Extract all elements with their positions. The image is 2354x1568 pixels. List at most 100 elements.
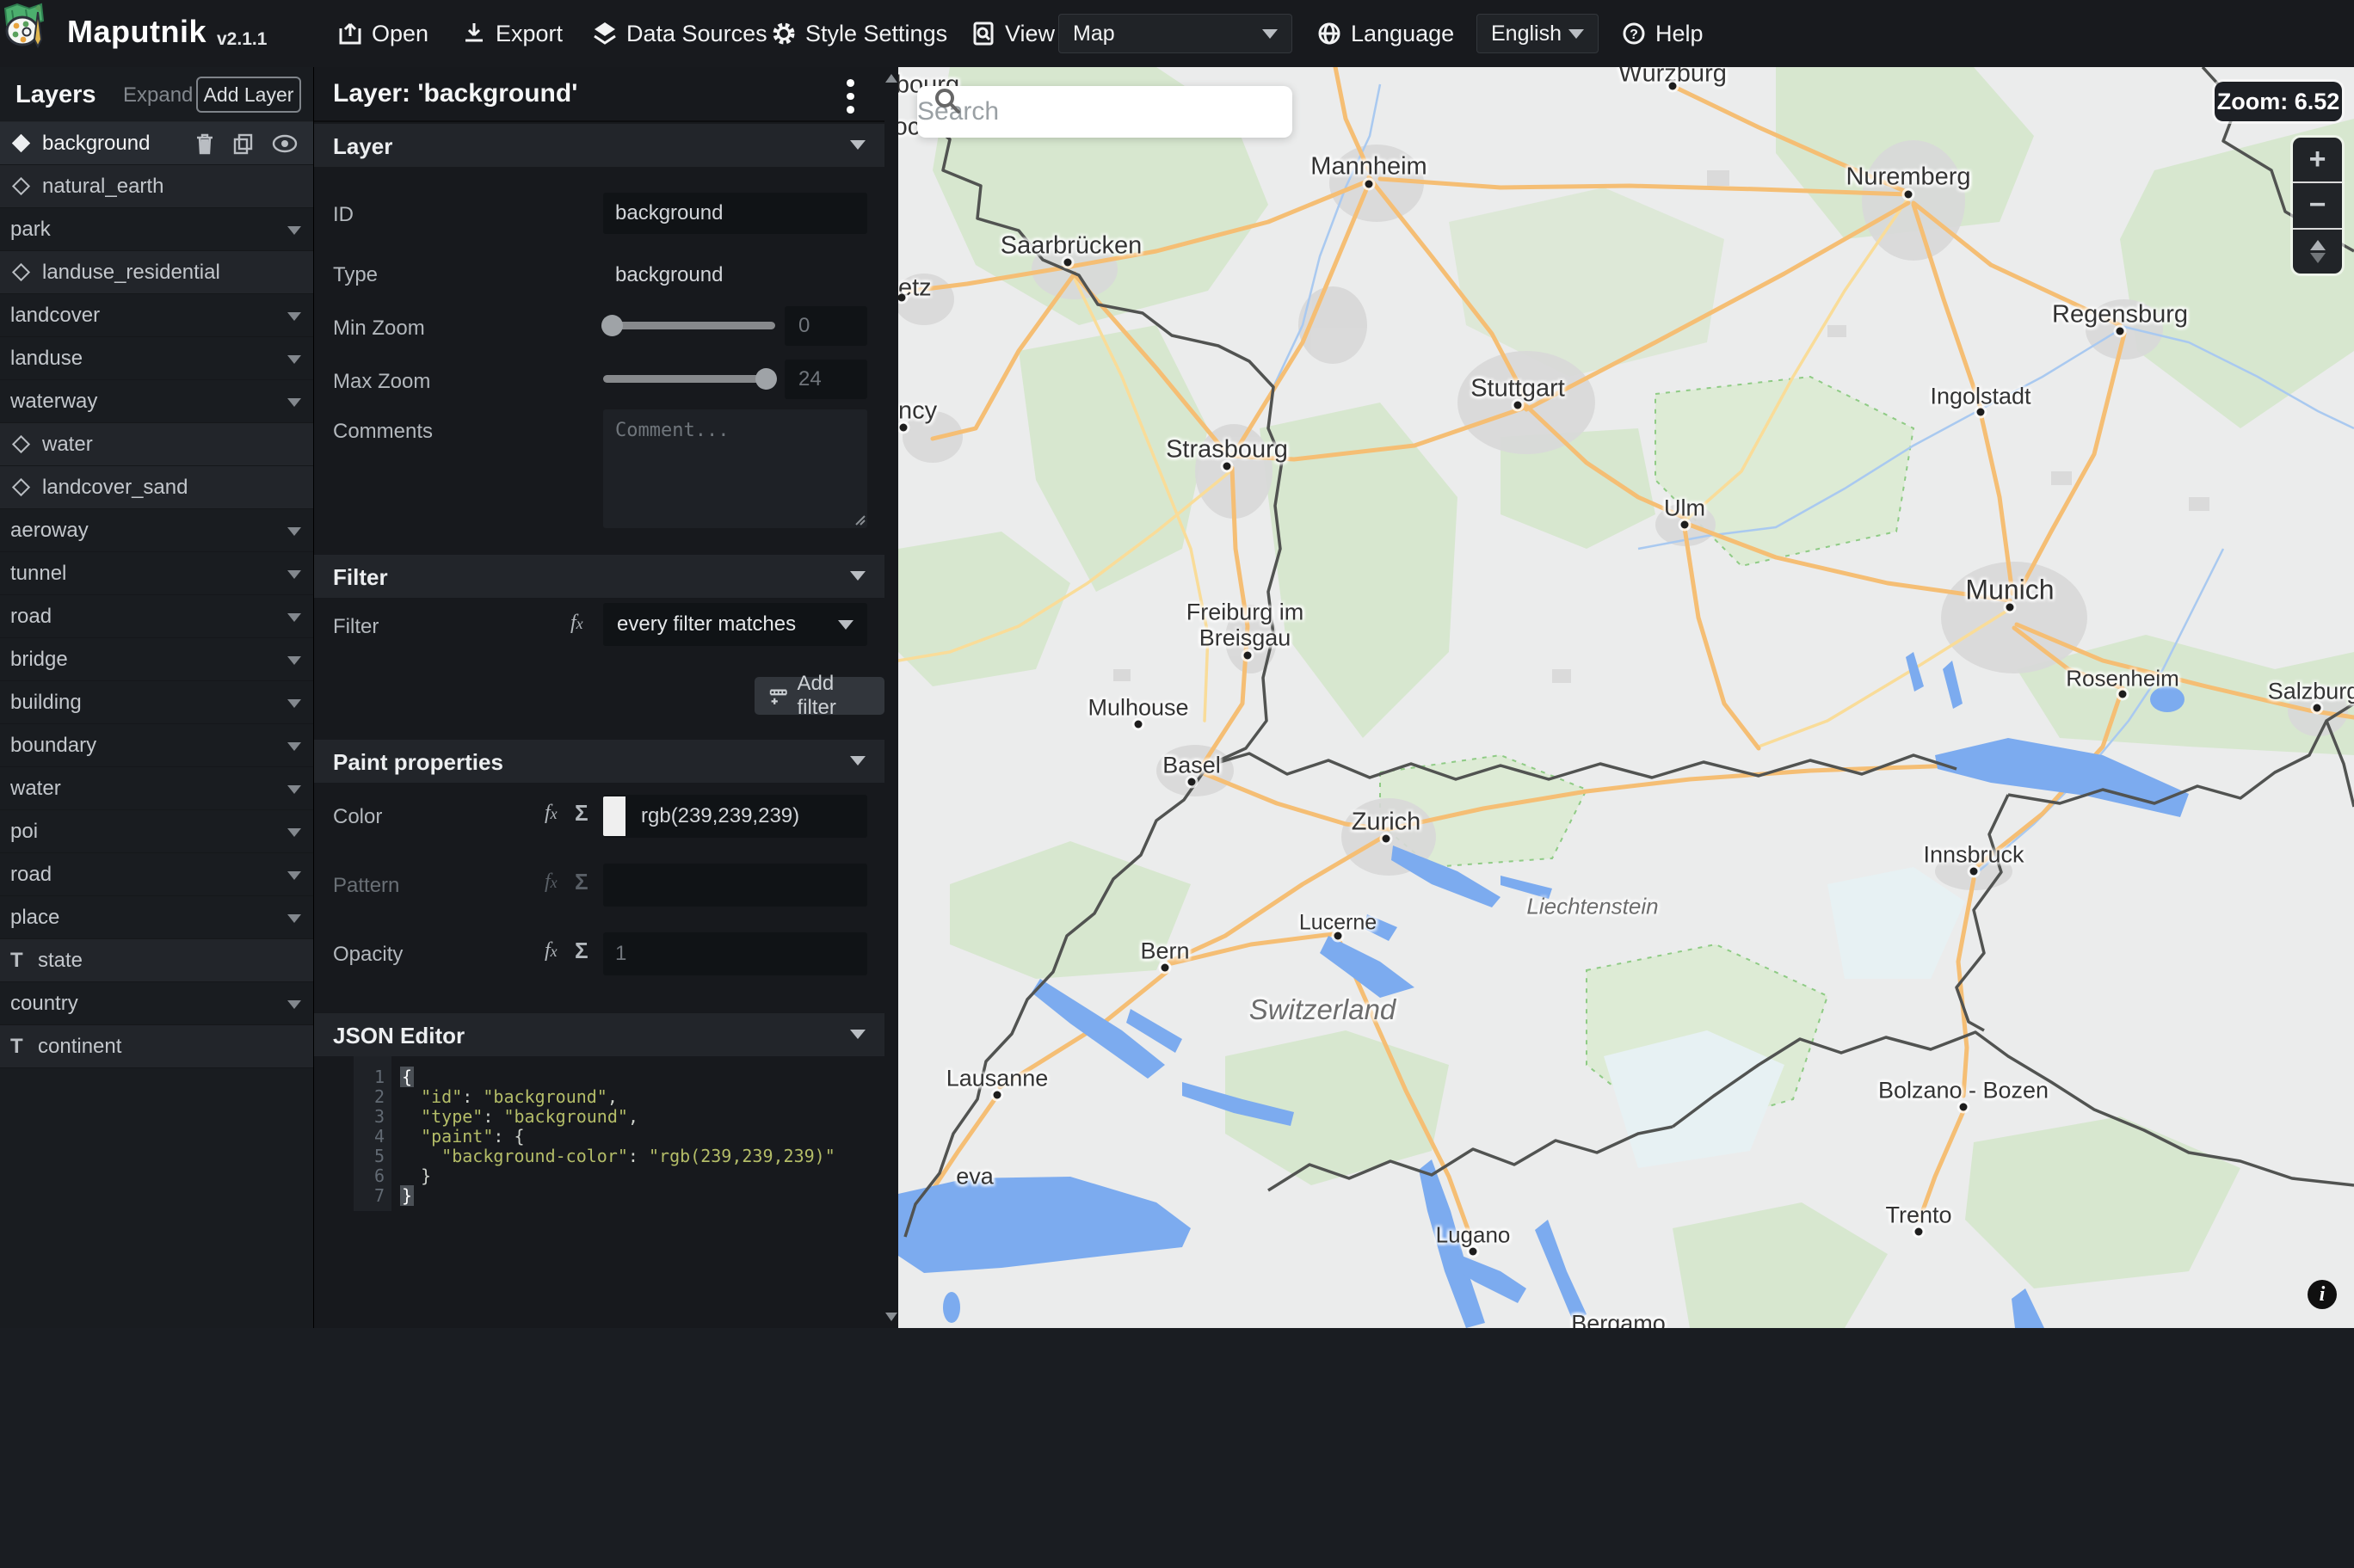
map-canvas[interactable]: bourg oc Würzburg Mannheim Nuremberg Saarbrüc… bbox=[898, 67, 2354, 1328]
pattern-input[interactable] bbox=[603, 864, 867, 907]
min-zoom-slider[interactable] bbox=[601, 315, 775, 336]
language-select[interactable]: English bbox=[1476, 14, 1599, 53]
layer-row-water[interactable]: water bbox=[0, 767, 313, 810]
add-filter-button[interactable]: Add filter bbox=[755, 672, 884, 719]
max-zoom-slider-thumb[interactable] bbox=[755, 368, 777, 390]
section-header-json[interactable]: JSON Editor bbox=[314, 1013, 884, 1056]
layer-row-natural_earth[interactable]: natural_earth bbox=[0, 165, 313, 208]
layer-row-continent[interactable]: Tcontinent bbox=[0, 1025, 313, 1068]
chevron-down-icon bbox=[287, 914, 301, 923]
diamond-icon bbox=[11, 176, 31, 196]
bottom-filler bbox=[0, 1328, 2354, 1568]
add-layer-button[interactable]: Add Layer bbox=[196, 77, 301, 113]
view-menu-button[interactable]: View bbox=[971, 0, 1055, 67]
json-code-line: 7} bbox=[373, 1185, 415, 1206]
layer-row-background[interactable]: background bbox=[0, 122, 313, 165]
zoom-out-button[interactable]: − bbox=[2293, 181, 2342, 227]
scroll-down-icon[interactable] bbox=[885, 1313, 897, 1321]
layer-row-tunnel[interactable]: tunnel bbox=[0, 552, 313, 595]
data-sources-menu-button[interactable]: Data Sources bbox=[592, 0, 767, 67]
min-zoom-slider-thumb[interactable] bbox=[601, 315, 623, 336]
layer-row-boundary[interactable]: boundary bbox=[0, 724, 313, 767]
filter-combinator-select[interactable]: every filter matches bbox=[603, 603, 867, 646]
layer-row-waterway[interactable]: waterway bbox=[0, 380, 313, 423]
layer-row-landcover[interactable]: landcover bbox=[0, 294, 313, 337]
layer-label: tunnel bbox=[10, 561, 67, 585]
view-select-value: Map bbox=[1073, 21, 1115, 46]
chevron-down-icon bbox=[287, 742, 301, 751]
layer-row-landuse[interactable]: landuse bbox=[0, 337, 313, 380]
zoom-level-badge: Zoom: 6.52 bbox=[2215, 82, 2342, 121]
attribution-info-button[interactable]: i bbox=[2308, 1280, 2337, 1309]
export-menu-button[interactable]: Export bbox=[461, 0, 563, 67]
scroll-up-icon[interactable] bbox=[885, 74, 897, 83]
comments-textarea[interactable] bbox=[603, 409, 867, 528]
layer-row-road[interactable]: road bbox=[0, 595, 313, 638]
copy-icon[interactable] bbox=[232, 132, 255, 155]
kebab-menu-icon[interactable] bbox=[837, 79, 863, 114]
chevron-down-icon bbox=[287, 699, 301, 708]
data-sources-icon bbox=[594, 22, 616, 45]
map-search-box[interactable] bbox=[917, 86, 1292, 138]
fx-icon[interactable]: fx bbox=[570, 612, 583, 635]
open-menu-button[interactable]: Open bbox=[337, 0, 428, 67]
section-header-filter[interactable]: Filter bbox=[314, 555, 884, 598]
section-header-paint[interactable]: Paint properties bbox=[314, 740, 884, 783]
max-zoom-slider[interactable] bbox=[603, 368, 777, 390]
sort-arrows-icon bbox=[2309, 239, 2326, 263]
type-value: background bbox=[615, 263, 724, 286]
layer-label: background bbox=[42, 131, 151, 155]
app-title: Maputnik bbox=[67, 14, 206, 49]
layer-row-place[interactable]: place bbox=[0, 896, 313, 939]
layer-row-road[interactable]: road bbox=[0, 853, 313, 896]
fx-icon[interactable]: fx bbox=[545, 802, 558, 825]
color-swatch[interactable] bbox=[603, 796, 625, 836]
svg-text:?: ? bbox=[1630, 28, 1638, 42]
chevron-down-icon bbox=[287, 570, 301, 579]
language-menu-button[interactable]: Language bbox=[1316, 0, 1454, 67]
chevron-down-icon bbox=[287, 785, 301, 794]
section-header-layer[interactable]: Layer bbox=[314, 124, 884, 167]
layer-row-water[interactable]: water bbox=[0, 423, 313, 466]
layer-row-state[interactable]: Tstate bbox=[0, 939, 313, 982]
help-menu-button[interactable]: ? Help bbox=[1621, 0, 1704, 67]
color-input[interactable]: rgb(239,239,239) bbox=[603, 795, 867, 838]
globe-icon bbox=[1318, 22, 1340, 45]
layer-row-bridge[interactable]: bridge bbox=[0, 638, 313, 681]
filter-label: Filter bbox=[333, 615, 379, 638]
diamond-icon bbox=[11, 477, 31, 497]
view-select[interactable]: Map bbox=[1058, 14, 1292, 53]
sigma-icon[interactable]: Σ bbox=[575, 869, 588, 895]
json-editor-code[interactable]: 1{2 "id": "background", 3 "type": "backgr… bbox=[314, 1056, 884, 1211]
id-input[interactable] bbox=[603, 193, 867, 234]
layer-label: landcover bbox=[10, 303, 101, 327]
trash-icon[interactable] bbox=[194, 132, 215, 155]
help-icon: ? bbox=[1623, 22, 1645, 45]
min-zoom-value[interactable]: 0 bbox=[785, 306, 867, 346]
color-label: Color bbox=[333, 805, 383, 828]
fx-icon[interactable]: fx bbox=[545, 870, 558, 894]
eye-icon[interactable] bbox=[272, 134, 298, 153]
editor-scrollbar[interactable] bbox=[884, 67, 898, 1328]
view-icon bbox=[973, 22, 994, 46]
layer-row-landcover_sand[interactable]: landcover_sand bbox=[0, 466, 313, 509]
layer-row-country[interactable]: country bbox=[0, 982, 313, 1025]
layer-row-aeroway[interactable]: aeroway bbox=[0, 509, 313, 552]
chevron-down-icon bbox=[287, 871, 301, 880]
expand-button[interactable]: Expand bbox=[123, 83, 193, 108]
sigma-icon[interactable]: Σ bbox=[575, 938, 588, 964]
style-settings-menu-button[interactable]: Style Settings bbox=[771, 0, 947, 67]
layer-editor-title: Layer: 'background' bbox=[333, 79, 578, 108]
layer-row-poi[interactable]: poi bbox=[0, 810, 313, 853]
layer-row-building[interactable]: building bbox=[0, 681, 313, 724]
zoom-in-button[interactable]: + bbox=[2293, 138, 2342, 181]
layer-row-landuse_residential[interactable]: landuse_residential bbox=[0, 251, 313, 294]
opacity-input[interactable]: 1 bbox=[603, 932, 867, 975]
max-zoom-value[interactable]: 24 bbox=[785, 360, 867, 399]
layer-row-park[interactable]: park bbox=[0, 208, 313, 251]
sigma-icon[interactable]: Σ bbox=[575, 800, 588, 827]
chevron-down-icon bbox=[287, 613, 301, 622]
fx-icon[interactable]: fx bbox=[545, 939, 558, 962]
bearing-reset-button[interactable] bbox=[2293, 227, 2342, 274]
maputnik-app: Maputnik v2.1.1 Open Export Data Sources bbox=[0, 0, 2354, 1568]
